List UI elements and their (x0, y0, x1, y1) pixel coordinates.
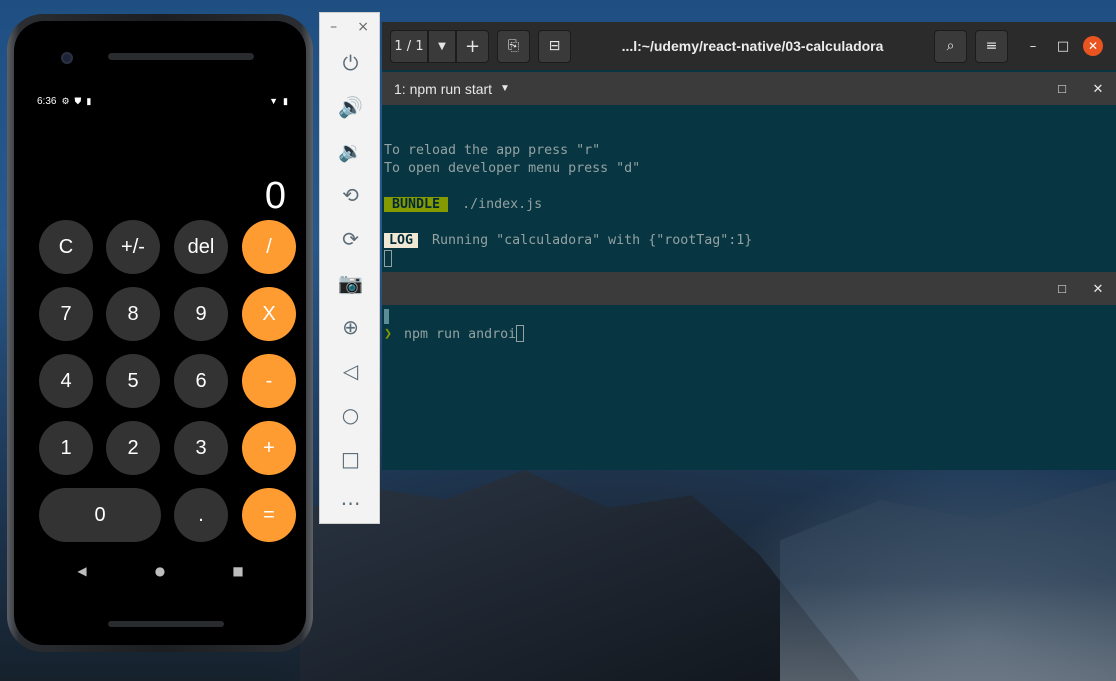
calculator-keypad: C +/- del / 7 8 9 X 4 5 6- 1 2 3 +0. = (14, 21, 306, 645)
phone-screen: 6:36 ⚙ ⛊ ▮ ▼ ▮ 0 C +/- del/7 8 9 X 4 5 6-1 2 3 +0. =… (14, 21, 306, 645)
key-1-button[interactable]: 1 (39, 421, 93, 475)
android-nav-bar: ◀ ● ■ (14, 564, 306, 580)
output-line: To reload the app press "r" (384, 143, 601, 158)
close-icon: ✕ (1083, 36, 1103, 56)
emulator-minimize-button[interactable]: – (330, 19, 337, 35)
pane-close-icon[interactable]: ✕ (1080, 81, 1116, 97)
pane-header-2: □ ✕ (382, 272, 1116, 305)
pane-dropdown-icon[interactable]: ▼ (500, 83, 510, 94)
coastline-rocks (300, 470, 860, 681)
key-4-button[interactable]: 4 (39, 354, 93, 408)
split-vertical-icon[interactable]: ⎘ (497, 29, 530, 63)
new-tab-button[interactable]: + (456, 29, 489, 63)
key-2-button[interactable]: 2 (106, 421, 160, 475)
key-0-button[interactable]: 0 (39, 488, 161, 542)
home-icon[interactable]: ○ (320, 393, 381, 437)
log-badge: LOG (384, 233, 419, 248)
tab-dropdown-icon[interactable]: ▼ (428, 29, 456, 63)
log-line: LOG Running "calculadora" with {"rootTag… (384, 232, 1116, 250)
emulator-toolbar: – × ⏻ 🔊 🔉 ⟲ ⟳ 📷 ⊕ ◁ ○ □ ⋯ (319, 12, 380, 524)
ocean-surf (780, 480, 1116, 681)
bundle-line: BUNDLE ./index.js (384, 196, 1116, 214)
overview-icon[interactable]: □ (320, 437, 381, 481)
key-9-button[interactable]: 9 (174, 287, 228, 341)
maximize-icon[interactable]: □ (1048, 31, 1078, 61)
output-line: To open developer menu press "d" (384, 161, 641, 176)
pane-close-icon[interactable]: ✕ (1080, 281, 1116, 297)
key-del-button[interactable]: del (174, 220, 228, 274)
terminal-window: 1 / 1 ▼ + ⎘ ⊟ ...l:~/udemy/react-native/… (382, 22, 1116, 470)
rotate-right-icon[interactable]: ⟳ (320, 217, 381, 261)
command-text: npm run androi (404, 326, 517, 342)
split-horizontal-icon[interactable]: ⊟ (538, 29, 571, 63)
key-6-button[interactable]: 6 (174, 354, 228, 408)
power-icon[interactable]: ⏻ (320, 41, 381, 85)
key-sign-button[interactable]: +/- (106, 220, 160, 274)
more-icon[interactable]: ⋯ (320, 481, 381, 525)
search-icon[interactable]: ⌕ (934, 29, 967, 63)
phone-bottom-speaker (108, 621, 224, 627)
key-5-button[interactable]: 5 (106, 354, 160, 408)
emulator-window-controls: – × (320, 13, 379, 41)
zoom-icon[interactable]: ⊕ (320, 305, 381, 349)
log-text: Running "calculadora" with {"rootTag":1} (432, 233, 753, 248)
terminal-title: ...l:~/udemy/react-native/03-calculadora (621, 38, 884, 54)
key-3-button[interactable]: 3 (174, 421, 228, 475)
android-phone-frame: 6:36 ⚙ ⛊ ▮ ▼ ▮ 0 C +/- del/7 8 9 X 4 5 6-1 2 3 +0. =… (7, 14, 313, 652)
volume-up-icon[interactable]: 🔊 (320, 85, 381, 129)
bundle-badge: BUNDLE (384, 197, 449, 212)
camera-icon[interactable]: 📷 (320, 261, 381, 305)
pane-maximize-icon[interactable]: □ (1044, 281, 1080, 296)
minimize-icon[interactable]: – (1018, 31, 1048, 61)
terminal-output[interactable]: To reload the app press "r" To open deve… (382, 105, 1116, 269)
close-button[interactable]: ✕ (1078, 31, 1108, 61)
command-line[interactable]: ❯ npm run androi (384, 325, 1116, 344)
key-minus-button[interactable]: - (242, 354, 296, 408)
pane-maximize-icon[interactable]: □ (1044, 81, 1080, 96)
nav-back-icon[interactable]: ◀ (74, 564, 90, 580)
terminal-cursor (384, 250, 392, 267)
tab-switcher: 1 / 1 ▼ + (390, 29, 489, 63)
key-plus-button[interactable]: + (242, 421, 296, 475)
key-multiply-button[interactable]: X (242, 287, 296, 341)
volume-down-icon[interactable]: 🔉 (320, 129, 381, 173)
nav-home-icon[interactable]: ● (152, 564, 168, 580)
emulator-close-button[interactable]: × (357, 19, 369, 35)
rotate-left-icon[interactable]: ⟲ (320, 173, 381, 217)
text-cursor (516, 325, 525, 342)
bundle-file: ./index.js (462, 197, 543, 212)
key-7-button[interactable]: 7 (39, 287, 93, 341)
key-8-button[interactable]: 8 (106, 287, 160, 341)
prompt-symbol: ❯ (384, 326, 393, 342)
tab-counter[interactable]: 1 / 1 (390, 29, 428, 63)
key-c-button[interactable]: C (39, 220, 93, 274)
back-icon[interactable]: ◁ (320, 349, 381, 393)
pane-title[interactable]: 1: npm run start (394, 81, 492, 97)
terminal-input-pane[interactable]: ❯ npm run androi (382, 305, 1116, 344)
hamburger-menu-icon[interactable]: ≡ (975, 29, 1008, 63)
pane-header-1: 1: npm run start ▼ □ ✕ (382, 72, 1116, 105)
terminal-titlebar: 1 / 1 ▼ + ⎘ ⊟ ...l:~/udemy/react-native/… (382, 22, 1116, 70)
key-equals-button[interactable]: = (242, 488, 296, 542)
nav-recents-icon[interactable]: ■ (230, 564, 246, 580)
scroll-marker (384, 309, 389, 324)
key-decimal-button[interactable]: . (174, 488, 228, 542)
key-divide-button[interactable]: / (242, 220, 296, 274)
